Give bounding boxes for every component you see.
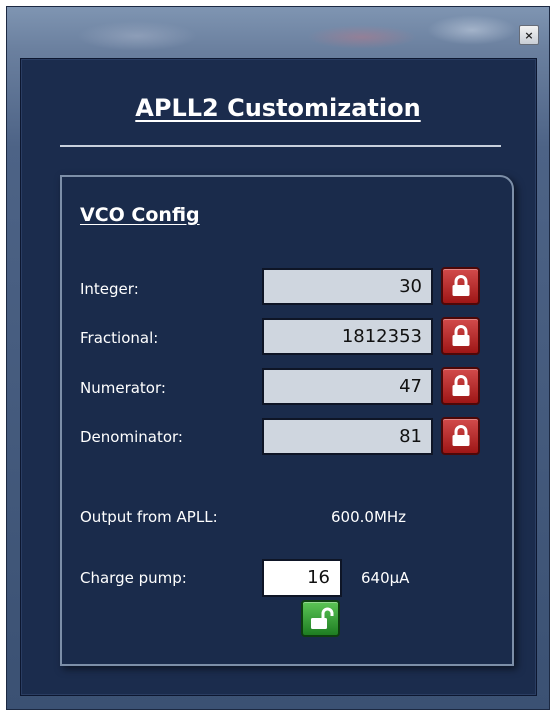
charge-pump-unlock-button[interactable]	[301, 600, 340, 637]
dialog-title: APLL2 Customization	[135, 94, 421, 122]
lock-icon	[452, 275, 470, 296]
output-value: 600.0MHz	[331, 508, 407, 526]
close-icon: ×	[524, 28, 534, 42]
section-title: VCO Config	[80, 204, 200, 226]
denominator-lock-button[interactable]	[441, 417, 480, 455]
lock-icon	[452, 425, 470, 446]
output-label: Output from APLL:	[80, 508, 218, 526]
charge-pump-current: 640µA	[361, 569, 410, 587]
fractional-lock-button[interactable]	[441, 317, 480, 355]
numerator-lock-button[interactable]	[441, 367, 480, 405]
background-blur	[427, 15, 517, 45]
numerator-field[interactable]: 47	[262, 368, 433, 405]
charge-pump-input[interactable]: 16	[262, 559, 342, 597]
background-blur	[77, 21, 197, 51]
numerator-label: Numerator:	[80, 379, 166, 397]
integer-lock-button[interactable]	[441, 267, 480, 305]
denominator-field[interactable]: 81	[262, 418, 433, 455]
title-divider	[60, 145, 501, 147]
charge-pump-label: Charge pump:	[80, 569, 187, 587]
lock-icon	[452, 325, 470, 346]
fractional-field[interactable]: 1812353	[262, 318, 433, 355]
close-button[interactable]: ×	[519, 25, 539, 45]
integer-label: Integer:	[80, 280, 139, 298]
background-blur	[307, 25, 417, 49]
denominator-label: Denominator:	[80, 428, 183, 446]
lock-icon	[452, 375, 470, 396]
fractional-label: Fractional:	[80, 329, 159, 347]
unlock-icon	[311, 607, 334, 629]
integer-field[interactable]: 30	[262, 268, 433, 305]
